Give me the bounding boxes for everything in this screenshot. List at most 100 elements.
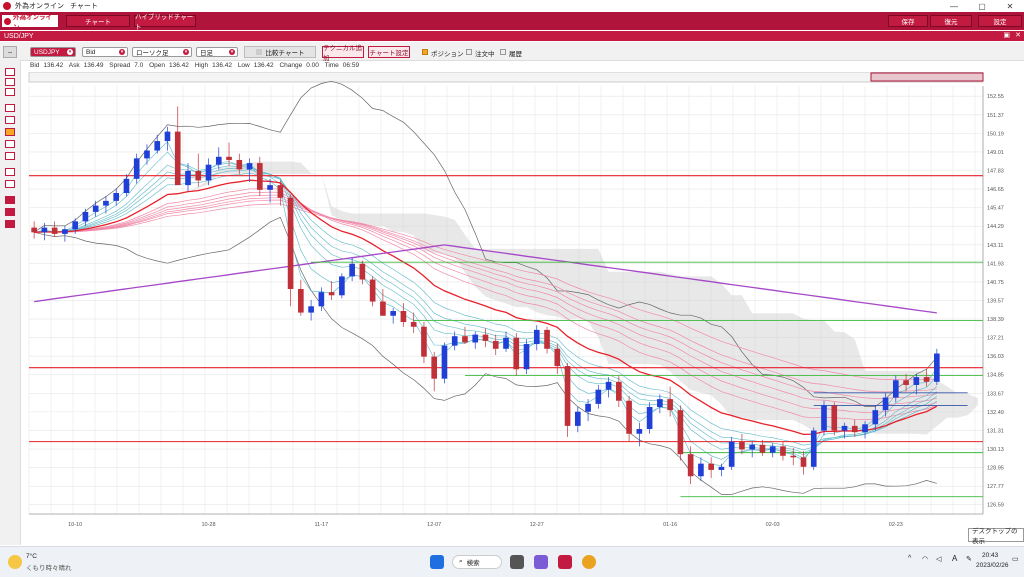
candle-body (72, 221, 78, 230)
close-icon[interactable]: ✕ (996, 0, 1024, 12)
open-label: Open (149, 62, 166, 69)
pair-select[interactable]: USDJPY ▾ (30, 47, 76, 57)
fx-app-icon[interactable] (558, 555, 572, 569)
delete-all-tool-icon[interactable] (5, 208, 15, 216)
notification-icon[interactable]: ▭ (1012, 555, 1019, 563)
overview-window (870, 72, 984, 82)
candle-body (913, 377, 920, 385)
save-button[interactable]: 保存 (888, 15, 928, 27)
time-value: 06:59 (342, 62, 360, 69)
x-tick-label: 01-16 (663, 522, 677, 528)
ray-tool-icon[interactable] (5, 116, 15, 124)
start-icon[interactable] (430, 555, 444, 569)
candle-body (616, 381, 622, 401)
position-checkbox[interactable] (422, 49, 428, 55)
candle-body (687, 454, 694, 477)
candle-body (523, 344, 530, 370)
hybrid-chart-button[interactable]: ハイブリッドチャート (134, 14, 196, 31)
candle-body (410, 322, 417, 327)
wifi-icon[interactable]: ◠ (922, 555, 928, 563)
chart-settings-button[interactable]: チャート設定 (368, 46, 410, 58)
vline-tool-icon[interactable] (5, 140, 15, 148)
chart-svg[interactable]: 152.55 151.37 150.19 149.01 147.83 146.65 145.… (21, 71, 1024, 544)
chevron-down-icon: ▾ (229, 49, 235, 55)
spread-value: 7.0 (134, 62, 144, 69)
list-tool-icon[interactable] (5, 220, 15, 228)
fibonacci-tool-icon[interactable] (5, 168, 15, 176)
price-chart[interactable]: 152.55 151.37 150.19 149.01 147.83 146.65 145.… (21, 71, 1024, 544)
search-icon: ⌕ (459, 558, 463, 565)
y-tick-label: 131.31 (987, 428, 1004, 434)
x-tick-label: 10-28 (201, 522, 215, 528)
candle-body (359, 263, 366, 280)
chrome-icon[interactable] (582, 555, 596, 569)
panel-close-icon[interactable]: ✕ (1015, 31, 1021, 39)
panel-restore-icon[interactable]: ▣ (1003, 31, 1010, 39)
expand-icon[interactable]: ⇔ (3, 46, 17, 58)
restore-button[interactable]: 復元 (930, 15, 972, 27)
candle-body (390, 311, 396, 316)
cursor-tool-icon[interactable] (5, 68, 15, 76)
position-label: ポジション (431, 51, 464, 58)
x-tick-label: 02-03 (766, 522, 780, 528)
settings-button[interactable]: 設定 (978, 15, 1022, 27)
candle-body (882, 397, 889, 411)
clock-date[interactable]: 2023/02/26 (976, 562, 1009, 569)
candle-body (267, 185, 273, 190)
weather-desc: くもり時々晴れ (26, 565, 72, 572)
candle-body (421, 326, 427, 357)
compare-chart-button[interactable]: 比較チャート (244, 46, 316, 58)
weather-icon[interactable] (8, 555, 22, 569)
y-tick-label: 134.85 (987, 373, 1004, 379)
crosshair-tool-icon[interactable] (5, 78, 15, 86)
y-tick-label: 141.93 (987, 261, 1004, 267)
candle-body (174, 131, 181, 186)
y-tick-label: 138.39 (987, 317, 1004, 323)
search-box[interactable]: ⌕ 検索 (452, 555, 502, 569)
candle-body (851, 425, 858, 433)
zoom-tool-icon[interactable] (5, 88, 15, 96)
maximize-icon[interactable]: ▢ (968, 0, 996, 12)
clock-time[interactable]: 20:43 (982, 552, 998, 559)
chart-button[interactable]: チャート (66, 15, 130, 27)
history-checkbox[interactable] (500, 49, 506, 55)
candle-body (328, 292, 335, 296)
taskview-icon[interactable] (510, 555, 524, 569)
candle-body (554, 348, 561, 367)
candle-body (728, 441, 735, 467)
chevron-up-icon[interactable]: ^ (908, 555, 911, 562)
minimize-icon[interactable]: — (940, 0, 968, 12)
candle-body (903, 380, 909, 385)
period-select[interactable]: 日足 ▾ (196, 47, 238, 57)
delete-tool-icon[interactable] (5, 196, 15, 204)
candle-body (308, 306, 314, 313)
speaker-icon[interactable]: ◁ (936, 555, 941, 563)
trendline-tool-icon[interactable] (5, 104, 15, 112)
candle-body (41, 227, 48, 233)
candle-body (298, 288, 304, 313)
text-tool-icon[interactable] (5, 180, 15, 188)
chat-icon[interactable] (534, 555, 548, 569)
hline-tool-icon[interactable] (5, 128, 15, 136)
candle-body (369, 279, 376, 302)
candle-body (749, 444, 756, 450)
candle-body (451, 336, 458, 346)
candle-body (841, 425, 848, 431)
candle-body (472, 334, 479, 343)
candle-body (133, 158, 140, 179)
pen-icon[interactable]: ✎ (966, 555, 972, 563)
candle-body (831, 405, 838, 431)
price-type-select[interactable]: Bid ▾ (82, 47, 128, 57)
ime-indicator[interactable]: A (952, 554, 957, 563)
app-logo-icon (3, 2, 11, 10)
window-title: チャート (70, 3, 98, 10)
taskbar: 7°C くもり時々晴れ ⌕ 検索 ^ ◠ ◁ A ✎ 20:43 2023/02/… (0, 546, 1024, 577)
spread-label: Spread (109, 62, 131, 69)
y-tick-label: 128.95 (987, 466, 1004, 472)
technical-add-button[interactable]: テクニカル追加 (322, 45, 364, 62)
candle-body (503, 337, 509, 349)
candle-body (92, 205, 99, 212)
order-checkbox[interactable] (466, 49, 472, 55)
chart-type-select[interactable]: ローソク足 ▾ (132, 47, 192, 57)
channel-tool-icon[interactable] (5, 152, 15, 160)
